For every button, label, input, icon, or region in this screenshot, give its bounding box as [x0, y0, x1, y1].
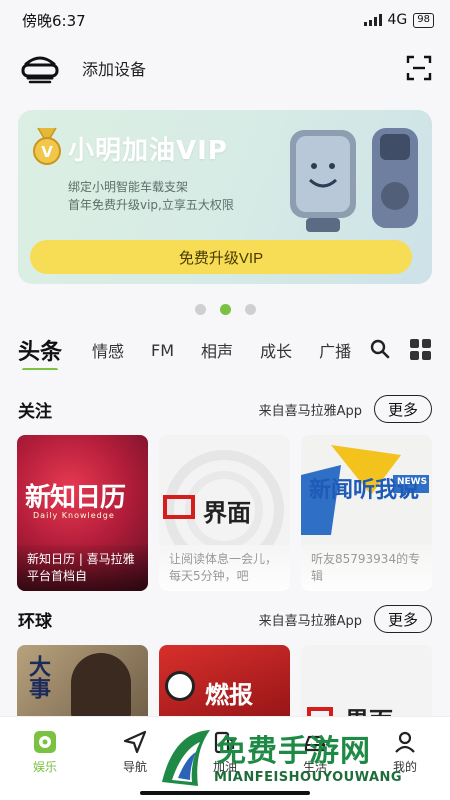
tab-headlines[interactable]: 头条 [18, 334, 62, 370]
banner-line1: 绑定小明智能车载支架 [68, 180, 189, 194]
card-art-title: 大事 [25, 655, 50, 699]
soccer-ball-icon [165, 671, 195, 701]
card-caption: 新知日历 | 喜马拉雅平台首档自 [17, 545, 148, 591]
vip-banner[interactable]: V 小明加油VIP 绑定小明智能车载支架 首年免费升级vip,立享五大权限 免费… [18, 110, 432, 284]
status-icons: 4G 98 [363, 12, 434, 28]
carousel-dot-active[interactable] [219, 304, 231, 315]
album-card[interactable]: 新知日历 Daily Knowledge 新知日历 | 喜马拉雅平台首档自 [17, 435, 148, 591]
music-box-icon [34, 731, 56, 753]
more-button[interactable]: 更多 [374, 395, 432, 423]
watermark-subtitle: MIANFEISHOUYOUWANG [214, 770, 403, 785]
watermark-logo-icon [162, 730, 210, 786]
status-time: 傍晚6:37 [22, 11, 86, 30]
source-label: 来自喜马拉雅App [258, 403, 362, 419]
card-art-subtitle: Daily Knowledge [33, 511, 115, 520]
status-bar: 傍晚6:37 4G 98 [0, 0, 450, 40]
car-mount-product-image [290, 128, 418, 232]
grid-menu-icon[interactable] [409, 338, 432, 361]
watermark-title: 免费手游网 [216, 734, 371, 769]
vip-medal-icon: V [33, 127, 61, 165]
site-watermark: 免费手游网 MIANFEISHOUYOUWANG [154, 718, 450, 800]
card-art-title: 界面 [203, 499, 251, 527]
banner-line2: 首年免费升级vip,立享五大权限 [68, 198, 234, 212]
tab-crosstalk[interactable]: 相声 [201, 338, 233, 362]
car-mount-device-icon[interactable] [18, 48, 62, 88]
nav-label: 导航 [122, 760, 147, 774]
network-type: 4G [387, 12, 408, 28]
album-card[interactable]: 新闻听我说 NEWS 听友85793934的专辑 [301, 435, 432, 591]
tab-fm[interactable]: FM [151, 341, 174, 360]
section-title: 关注 [18, 401, 52, 422]
navigation-arrow-icon [123, 730, 147, 754]
section-header-global: 环球 来自喜马拉雅App 更多 [0, 604, 450, 634]
card-art-title: 新知日历 [25, 483, 126, 513]
nav-item-entertainment[interactable]: 娱乐 [0, 729, 90, 800]
card-caption: 听友85793934的专辑 [301, 545, 432, 591]
section-title: 环球 [18, 611, 52, 632]
card-art-rings [163, 450, 284, 545]
carousel-indicator [0, 304, 450, 315]
battery-icon: 98 [413, 12, 434, 28]
section-header-follow: 关注 来自喜马拉雅App 更多 [0, 394, 450, 424]
home-indicator [140, 791, 310, 795]
tab-radio[interactable]: 广播 [319, 338, 351, 362]
tab-growth[interactable]: 成长 [260, 338, 292, 362]
upgrade-vip-button[interactable]: 免费升级VIP [30, 240, 412, 274]
card-art-badge: NEWS [397, 477, 428, 487]
search-icon[interactable] [370, 339, 390, 359]
source-label: 来自喜马拉雅App [258, 613, 362, 629]
carousel-dot[interactable] [244, 304, 256, 315]
person-portrait [71, 653, 131, 723]
top-bar: 添加设备 [0, 45, 450, 90]
tab-emotion[interactable]: 情感 [92, 338, 124, 362]
card-art-title: 燃报 [205, 681, 253, 709]
vip-badge-letter: V [41, 143, 53, 161]
add-device-link[interactable]: 添加设备 [82, 56, 406, 80]
banner-title: 小明加油VIP [68, 136, 228, 166]
more-button[interactable]: 更多 [374, 605, 432, 633]
scan-icon[interactable] [406, 55, 432, 81]
album-card[interactable]: 界面 让阅读体息一会儿，每天5分钟，吧 [159, 435, 290, 591]
nav-label: 娱乐 [32, 760, 57, 774]
signal-icon [363, 14, 382, 26]
card-row-follow: 新知日历 Daily Knowledge 新知日历 | 喜马拉雅平台首档自 界面… [17, 435, 437, 591]
carousel-dot[interactable] [194, 304, 206, 315]
card-caption: 让阅读体息一会儿，每天5分钟，吧 [159, 545, 290, 591]
